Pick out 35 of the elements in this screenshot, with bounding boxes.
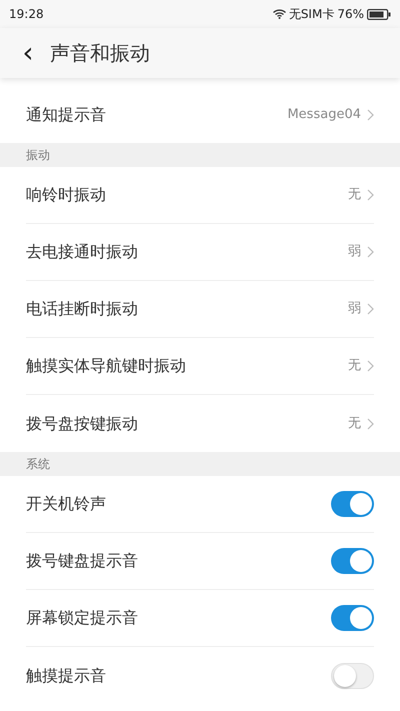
section-header: 系统 <box>0 452 400 476</box>
setting-label: 去电接通时振动 <box>26 241 138 263</box>
section-header: 振动 <box>0 143 400 167</box>
setting-label: 触摸提示音 <box>26 664 106 686</box>
carrier-text: 无SIM卡 <box>288 6 334 23</box>
setting-value-button[interactable]: 弱 <box>348 299 374 319</box>
chevron-right-icon <box>367 418 374 430</box>
setting-label: 响铃时振动 <box>26 184 106 206</box>
chevron-right-icon <box>367 303 374 315</box>
toggle-switch[interactable] <box>331 662 374 688</box>
setting-value-button[interactable]: Message04 <box>287 104 374 124</box>
battery-percent: 76% <box>337 6 364 23</box>
toggle-switch[interactable] <box>331 605 374 631</box>
setting-label: 触摸实体导航键时振动 <box>26 355 186 377</box>
battery-icon <box>367 8 391 20</box>
setting-label: 电话挂断时振动 <box>26 298 138 320</box>
chevron-right-icon <box>367 189 374 201</box>
wifi-icon <box>272 9 286 19</box>
setting-value-button[interactable]: 弱 <box>348 242 374 262</box>
setting-label: 拨号键盘提示音 <box>26 550 138 572</box>
setting-value-button[interactable]: 无 <box>348 185 374 205</box>
setting-label: 通知提示音 <box>26 104 106 126</box>
chevron-right-icon <box>367 246 374 258</box>
status-time: 19:28 <box>9 6 44 23</box>
back-button[interactable]: ‹ <box>18 39 38 67</box>
chevron-right-icon <box>367 108 374 120</box>
toggle-switch[interactable] <box>331 548 374 574</box>
page-title: 声音和振动 <box>50 40 150 67</box>
setting-label: 屏幕锁定提示音 <box>26 607 138 629</box>
setting-value-button[interactable]: 无 <box>348 414 374 434</box>
chevron-right-icon <box>367 360 374 372</box>
setting-label: 开关机铃声 <box>26 493 106 515</box>
toggle-switch[interactable] <box>331 491 374 517</box>
setting-label: 拨号盘按键振动 <box>26 412 138 434</box>
setting-value-button[interactable]: 无 <box>348 356 374 376</box>
